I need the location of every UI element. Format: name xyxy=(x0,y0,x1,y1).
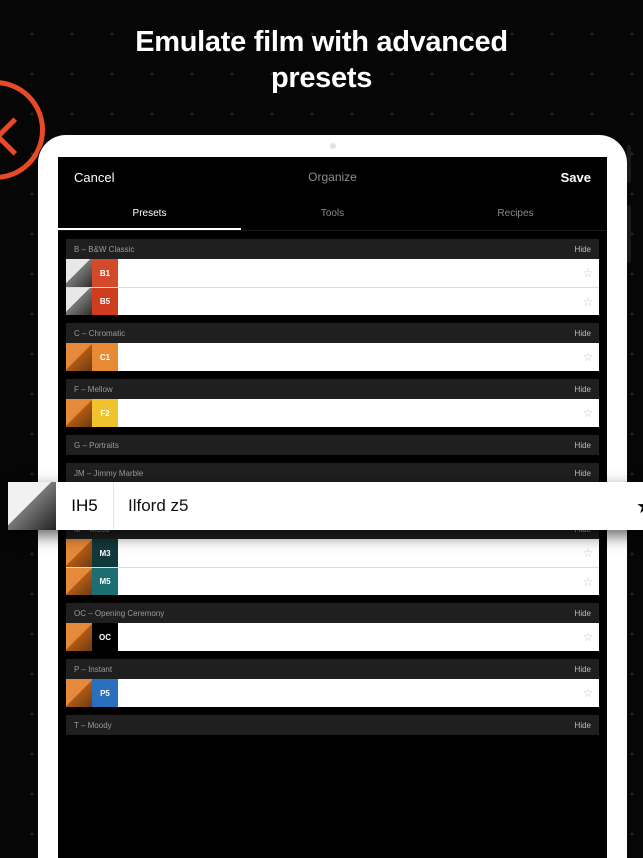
preset-code: C1 xyxy=(92,343,118,371)
preset-group: B – B&W Classic Hide B1 ☆ B5 ☆ xyxy=(66,239,599,315)
preset-row[interactable]: B5 ☆ xyxy=(66,287,599,315)
preset-code: IH5 xyxy=(56,482,114,530)
hide-button[interactable]: Hide xyxy=(575,665,591,674)
favorite-star-icon[interactable]: ☆ xyxy=(577,568,599,595)
preset-code: F2 xyxy=(92,399,118,427)
page-title: Organize xyxy=(58,170,607,184)
group-header: C – Chromatic Hide xyxy=(66,323,599,343)
preset-thumbnail xyxy=(66,259,92,287)
preset-body xyxy=(118,623,577,651)
group-title: B – B&W Classic xyxy=(74,245,134,254)
preset-group: F – Mellow Hide F2 ☆ xyxy=(66,379,599,427)
preset-body xyxy=(118,259,577,287)
preset-code: OC xyxy=(92,623,118,651)
preset-row[interactable]: C1 ☆ xyxy=(66,343,599,371)
preset-list[interactable]: B – B&W Classic Hide B1 ☆ B5 ☆ C – Chromatic Hi… xyxy=(58,231,607,858)
preset-group: P – Instant Hide P5 ☆ xyxy=(66,659,599,707)
favorite-star-icon[interactable]: ★ xyxy=(622,482,643,530)
cancel-button[interactable]: Cancel xyxy=(74,170,114,185)
device-side-button xyxy=(627,145,631,183)
favorite-star-icon[interactable]: ☆ xyxy=(577,259,599,287)
group-title: T – Moody xyxy=(74,721,112,730)
preset-group: C – Chromatic Hide C1 ☆ xyxy=(66,323,599,371)
group-title: G – Portraits xyxy=(74,441,119,450)
preset-row[interactable]: OC ☆ xyxy=(66,623,599,651)
favorite-star-icon[interactable]: ☆ xyxy=(577,343,599,371)
favorite-star-icon[interactable]: ☆ xyxy=(577,539,599,567)
preset-thumbnail xyxy=(66,399,92,427)
preset-group: G – Portraits Hide xyxy=(66,435,599,455)
tab-presets[interactable]: Presets xyxy=(58,208,241,219)
highlight-preset-row[interactable]: IH5 Ilford z5 ★ xyxy=(8,482,643,530)
group-title: F – Mellow xyxy=(74,385,113,394)
preset-group: T – Moody Hide xyxy=(66,715,599,735)
hide-button[interactable]: Hide xyxy=(575,329,591,338)
top-bar: Cancel Organize Save xyxy=(58,157,607,197)
preset-code: P5 xyxy=(92,679,118,707)
preset-code: B5 xyxy=(92,288,118,315)
preset-body xyxy=(118,288,577,315)
favorite-star-icon[interactable]: ☆ xyxy=(577,288,599,315)
preset-thumbnail xyxy=(66,539,92,567)
preset-name: Ilford z5 xyxy=(114,482,622,530)
hide-button[interactable]: Hide xyxy=(575,721,591,730)
preset-body xyxy=(118,399,577,427)
preset-row[interactable]: P5 ☆ xyxy=(66,679,599,707)
group-header: OC – Opening Ceremony Hide xyxy=(66,603,599,623)
group-header: B – B&W Classic Hide xyxy=(66,239,599,259)
hide-button[interactable]: Hide xyxy=(575,469,591,478)
group-header: F – Mellow Hide xyxy=(66,379,599,399)
hide-button[interactable]: Hide xyxy=(575,245,591,254)
preset-row[interactable]: B1 ☆ xyxy=(66,259,599,287)
preset-row[interactable]: F2 ☆ xyxy=(66,399,599,427)
hide-button[interactable]: Hide xyxy=(575,385,591,394)
group-title: JM – Jimmy Marble xyxy=(74,469,143,478)
favorite-star-icon[interactable]: ☆ xyxy=(577,399,599,427)
group-title: OC – Opening Ceremony xyxy=(74,609,164,618)
preset-code: B1 xyxy=(92,259,118,287)
preset-thumbnail xyxy=(66,623,92,651)
tab-recipes[interactable]: Recipes xyxy=(424,208,607,219)
preset-code: M5 xyxy=(92,568,118,595)
preset-group: M – MoodHideM3☆M5☆ xyxy=(66,519,599,595)
group-header: P – Instant Hide xyxy=(66,659,599,679)
preset-thumbnail xyxy=(66,288,92,315)
preset-thumbnail xyxy=(8,482,56,530)
preset-thumbnail xyxy=(66,679,92,707)
save-button[interactable]: Save xyxy=(561,170,591,185)
preset-body xyxy=(118,539,577,567)
preset-code: M3 xyxy=(92,539,118,567)
preset-row[interactable]: M3 ☆ xyxy=(66,539,599,567)
group-header: JM – Jimmy Marble Hide xyxy=(66,463,599,483)
preset-body xyxy=(118,679,577,707)
group-title: P – Instant xyxy=(74,665,112,674)
device-side-button xyxy=(627,205,631,263)
hide-button[interactable]: Hide xyxy=(575,441,591,450)
promo-heading: Emulate film with advanced presets xyxy=(0,0,643,97)
hide-button[interactable]: Hide xyxy=(575,609,591,618)
preset-row[interactable]: M5 ☆ xyxy=(66,567,599,595)
group-title: C – Chromatic xyxy=(74,329,125,338)
tab-bar: PresetsToolsRecipes xyxy=(58,197,607,231)
preset-thumbnail xyxy=(66,568,92,595)
heading-line-1: Emulate film with advanced xyxy=(135,26,508,58)
group-header: T – Moody Hide xyxy=(66,715,599,735)
group-header: G – Portraits Hide xyxy=(66,435,599,455)
tab-underline xyxy=(58,228,241,230)
preset-group: OC – Opening Ceremony Hide OC ☆ xyxy=(66,603,599,651)
favorite-star-icon[interactable]: ☆ xyxy=(577,623,599,651)
preset-body xyxy=(118,343,577,371)
preset-body xyxy=(118,568,577,595)
preset-thumbnail xyxy=(66,343,92,371)
device-camera-dot xyxy=(330,143,336,149)
favorite-star-icon[interactable]: ☆ xyxy=(577,679,599,707)
tab-tools[interactable]: Tools xyxy=(241,208,424,219)
heading-line-2: presets xyxy=(271,62,372,94)
